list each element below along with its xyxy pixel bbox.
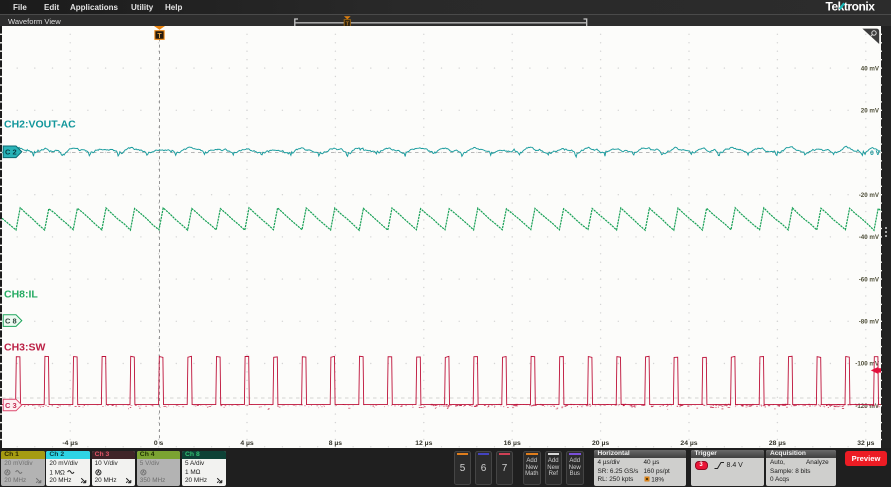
svg-text:-120 mV: -120 mV — [855, 403, 880, 410]
svg-text:0 s: 0 s — [154, 440, 164, 447]
svg-text:8 µs: 8 µs — [329, 440, 343, 447]
svg-text:CH8:IL: CH8:IL — [4, 288, 38, 300]
svg-text:-40 mV: -40 mV — [859, 234, 880, 241]
svg-text:T: T — [157, 33, 162, 40]
svg-text:C 8: C 8 — [5, 316, 17, 325]
svg-text:40 mV: 40 mV — [861, 65, 880, 72]
svg-text:16 µs: 16 µs — [504, 440, 521, 447]
svg-text:CH3:SW: CH3:SW — [4, 342, 46, 354]
svg-text:-20 mV: -20 mV — [859, 192, 880, 199]
svg-text:C 2: C 2 — [5, 148, 17, 157]
svg-text:-60 mV: -60 mV — [859, 276, 880, 283]
svg-text:-4 µs: -4 µs — [62, 440, 78, 447]
svg-text:24 µs: 24 µs — [680, 440, 697, 447]
svg-text:4 µs: 4 µs — [240, 440, 254, 447]
svg-text:-100 mV: -100 mV — [855, 361, 880, 368]
svg-text:20 µs: 20 µs — [592, 440, 609, 447]
svg-text:12 µs: 12 µs — [415, 440, 432, 447]
svg-text:20 mV: 20 mV — [861, 108, 880, 115]
svg-text:CH2:VOUT-AC: CH2:VOUT-AC — [4, 119, 76, 131]
svg-text:28 µs: 28 µs — [769, 440, 786, 447]
svg-text:C 3: C 3 — [5, 401, 17, 410]
svg-text:-80 mV: -80 mV — [859, 319, 880, 326]
svg-text:32 µs: 32 µs — [857, 440, 874, 447]
